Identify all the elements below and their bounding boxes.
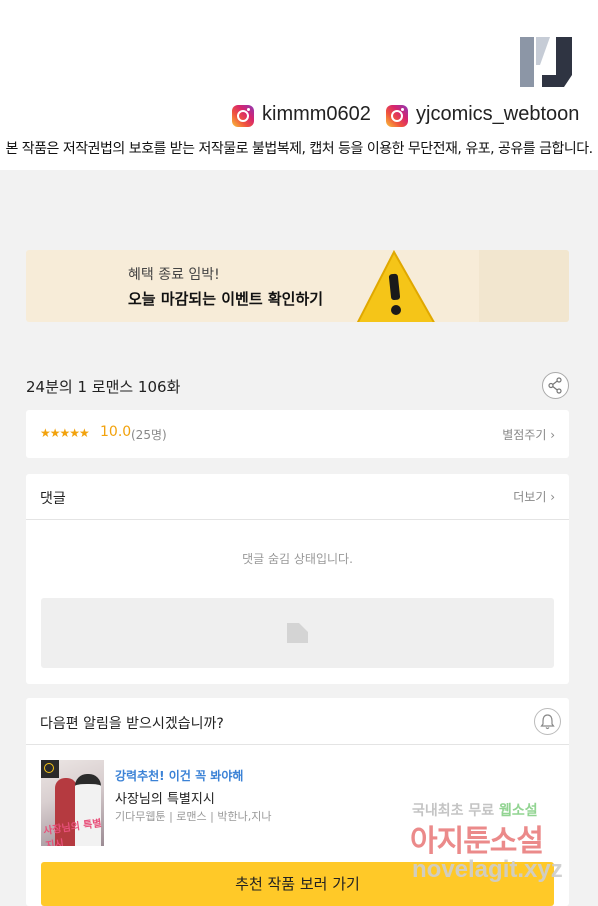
rating-score: 10.0: [100, 424, 132, 440]
copyright-notice: 본 작품은 저작권법의 보호를 받는 저작물로 불법복제, 캡처 등을 이용한 …: [5, 141, 593, 157]
watermark-url: novelagit.xyz: [412, 856, 563, 883]
comments-more-link[interactable]: 더보기 ›: [513, 488, 555, 505]
site-watermark: 국내최초 무료 웹소설 아지툰소설 novelagit.xyz: [410, 800, 590, 890]
comment-card: 댓글 더보기 › 댓글 숨김 상태입니다.: [26, 474, 569, 684]
share-icon: [548, 377, 562, 394]
rating-card: ★★★★★ 10.0 (25명) 별점주기 ›: [26, 410, 569, 458]
rating-stars: ★★★★★: [40, 426, 90, 440]
next-alert-question: 다음편 알림을 받으시겠습니까?: [40, 716, 224, 732]
recommended-meta: 기다무웹툰 | 로맨스 | 박한나,지나: [115, 810, 272, 823]
recommended-thumbnail[interactable]: 사장님의 특별지시: [41, 760, 104, 846]
image-placeholder-icon: [287, 623, 308, 643]
share-button[interactable]: [542, 372, 569, 399]
instagram-row: kimmm0602 yjcomics_webtoon: [0, 103, 598, 129]
banner-subtitle: 혜택 종료 임박!: [128, 267, 220, 283]
banner-decoration: [479, 250, 569, 322]
watermark-brand: 아지툰소설: [410, 824, 544, 859]
comment-placeholder-box: [41, 598, 554, 668]
thumbnail-title: 사장님의 특별지시: [42, 818, 103, 846]
banner-title: 오늘 마감되는 이벤트 확인하기: [128, 290, 324, 308]
comments-hidden-message: 댓글 숨김 상태입니다.: [242, 552, 353, 566]
promo-label: 강력추천! 이건 꼭 봐야해: [115, 769, 244, 783]
divider: [26, 744, 569, 745]
recommended-title[interactable]: 사장님의 특별지시: [115, 788, 215, 807]
comments-title: 댓글: [40, 491, 66, 507]
clock-badge-icon: [41, 760, 59, 778]
rating-count: (25명): [131, 428, 167, 442]
event-banner[interactable]: 혜택 종료 임박! 오늘 마감되는 이벤트 확인하기: [26, 250, 569, 322]
instagram-icon: [232, 105, 254, 127]
bell-icon: [540, 714, 555, 730]
rate-button[interactable]: 별점주기 ›: [502, 426, 555, 443]
alert-toggle-button[interactable]: [534, 708, 561, 735]
yjcomics-logo-icon: [520, 37, 572, 87]
header: kimmm0602 yjcomics_webtoon 본 작품은 저작권법의 보…: [0, 0, 598, 170]
instagram-icon: [386, 105, 408, 127]
instagram-handle-1[interactable]: kimmm0602: [262, 103, 371, 126]
instagram-handle-2[interactable]: yjcomics_webtoon: [416, 103, 579, 126]
divider: [26, 519, 569, 520]
episode-title: 24분의 1 로맨스 106화: [26, 378, 181, 396]
warning-icon: [356, 250, 435, 322]
